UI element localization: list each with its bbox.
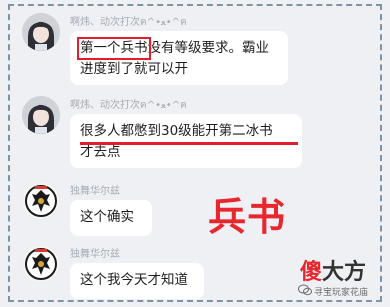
message-bubble[interactable]: 这个确实 <box>70 200 152 236</box>
watermark-brand: 傻大方 <box>300 254 366 286</box>
anime-character-avatar[interactable] <box>22 13 60 51</box>
sender-name: 啊炜、动次打次ฅ^•ﻌ•^ฅ <box>70 17 187 28</box>
crest-avatar[interactable] <box>22 182 60 220</box>
underlined-highlight-text: 很多人都憋到30级能开第二冰书 <box>80 123 273 139</box>
watermark-brand-rest: 大方 <box>322 260 367 285</box>
wechat-icon <box>298 284 312 296</box>
message-text: 进度到了就可以开 <box>80 61 188 77</box>
watermark: 傻大方 寻宝玩家花庙 <box>298 254 382 304</box>
message-bubble[interactable]: 很多人都憋到30级能开第二冰书 才去点 <box>70 114 302 168</box>
watermark-caption: 寻宝玩家花庙 <box>314 288 369 298</box>
message-bubble[interactable]: 这个我今天才知道 <box>70 263 204 299</box>
crest-avatar[interactable] <box>22 245 60 283</box>
sender-name: 独舞华尔兹 <box>70 186 120 197</box>
message-text: 这个我今天才知道 <box>80 272 188 288</box>
sender-name: 独舞华尔兹 <box>70 249 120 260</box>
anime-character-avatar[interactable] <box>22 96 60 134</box>
watermark-brand-first: 傻 <box>300 260 323 285</box>
message-bubble[interactable]: 第一个兵书没有等级要求。霸业 进度到了就可以开 <box>70 31 288 85</box>
message-text: 这个确实 <box>80 209 134 225</box>
red-underline <box>80 142 298 145</box>
message-text: 没有等级要求。霸业 <box>147 40 270 56</box>
message-text: 才去点 <box>80 144 121 160</box>
overlay-annotation-label: 兵书 <box>208 194 287 239</box>
boxed-highlight-text: 第一个兵书 <box>77 37 150 60</box>
sender-name: 啊炜、动次打次ฅ^•ﻌ•^ฅ <box>70 100 187 111</box>
